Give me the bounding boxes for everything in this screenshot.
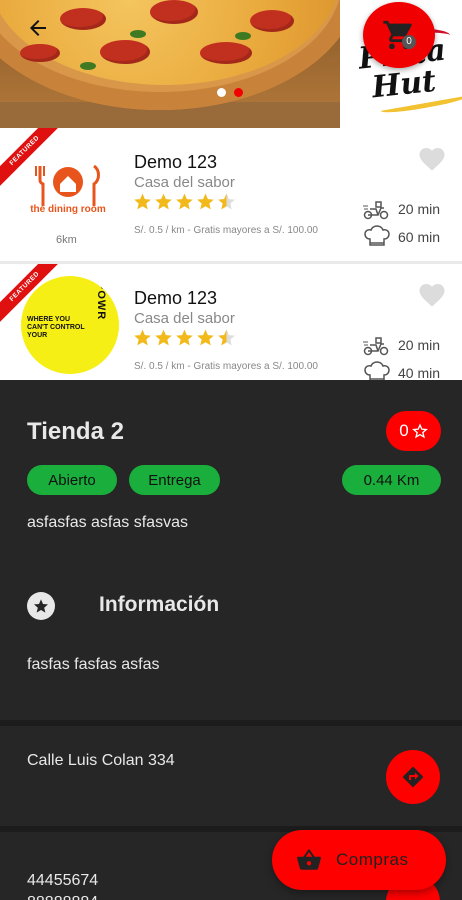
carousel-dot[interactable] — [217, 88, 226, 97]
compras-label: Compras — [336, 850, 409, 869]
delivery-scooter-icon — [363, 201, 389, 220]
restaurant-logo: WHERE YOU CAN'T CONTROL YOUR POWR — [21, 276, 119, 374]
directions-icon — [403, 767, 423, 787]
star-icon — [176, 193, 193, 210]
star-icon — [197, 193, 214, 210]
distance-label: 6km — [56, 234, 77, 246]
restaurant-name: Demo 123 — [134, 152, 218, 172]
carousel-dot-active[interactable] — [234, 88, 243, 97]
info-section-title: Información — [99, 593, 220, 616]
restaurant-logo-text: the dining room — [30, 204, 106, 215]
delivery-time-row: 20 min — [362, 334, 440, 356]
restaurant-list: FEATURED the dining room 6km Demo 123 Ca… — [0, 128, 462, 380]
delivery-time-row: 20 min — [362, 198, 440, 220]
restaurant-subtitle: Casa del sabor — [134, 310, 235, 327]
store-phone: 44455674 — [27, 872, 99, 889]
star-icon — [134, 193, 151, 210]
restaurant-card[interactable]: FEATURED the dining room 6km Demo 123 Ca… — [0, 128, 462, 261]
restaurant-logo-vertical-text: POWR — [95, 282, 107, 321]
cart-count-badge: 0 — [402, 35, 416, 49]
star-icon — [134, 329, 151, 346]
restaurant-name: Demo 123 — [134, 288, 218, 308]
store-detail-panel: Tienda 2 0 Abierto Entrega 0.44 Km asfas… — [0, 380, 462, 900]
star-rating — [133, 328, 236, 347]
half-star-icon — [218, 329, 235, 346]
restaurant-logo-text: WHERE YOU CAN'T CONTROL YOUR — [27, 316, 85, 339]
store-name: Tienda 2 — [27, 418, 124, 445]
store-rating-value: 0 — [399, 421, 409, 440]
store-rating-badge[interactable]: 0 — [386, 411, 441, 451]
compras-button[interactable]: Compras — [272, 830, 446, 890]
prep-time-row: 60 min — [362, 225, 440, 249]
directions-button[interactable] — [386, 750, 440, 804]
star-icon — [197, 329, 214, 346]
back-button[interactable] — [22, 12, 54, 44]
cart-button[interactable]: 0 — [363, 2, 435, 68]
store-description: asfasfas asfas sfasvas — [27, 514, 188, 531]
half-star-icon — [218, 193, 235, 210]
distance-chip: 0.44 Km — [342, 465, 441, 495]
status-chip-open: Abierto — [27, 465, 117, 495]
shopping-basket-icon — [297, 849, 321, 870]
prep-time: 40 min — [398, 365, 441, 380]
arrow-left-icon — [30, 20, 46, 36]
delivery-fee: S/. 0.5 / km - Gratis mayores a S/. 100.… — [134, 225, 318, 236]
delivery-fee: S/. 0.5 / km - Gratis mayores a S/. 100.… — [134, 361, 318, 372]
star-icon — [155, 329, 172, 346]
prep-time-row: 40 min — [362, 361, 440, 380]
prep-time: 60 min — [398, 229, 441, 245]
status-chip-delivery: Entrega — [129, 465, 220, 495]
heart-icon[interactable] — [417, 280, 447, 308]
delivery-scooter-icon — [363, 337, 389, 356]
restaurant-logo: the dining room — [26, 158, 110, 218]
heart-icon[interactable] — [417, 144, 447, 172]
chef-hat-icon — [364, 361, 390, 380]
star-icon — [176, 329, 193, 346]
info-section-text: fasfas fasfas asfas — [27, 656, 160, 673]
star-circle-icon — [27, 592, 55, 620]
carousel-indicator — [217, 88, 243, 97]
chef-hat-icon — [364, 225, 390, 246]
star-icon — [155, 193, 172, 210]
star-outline-icon — [411, 423, 428, 439]
restaurant-subtitle: Casa del sabor — [134, 174, 235, 191]
section-divider — [0, 720, 462, 726]
store-address: Calle Luis Colan 334 — [27, 752, 175, 769]
restaurant-card[interactable]: FEATURED WHERE YOU CAN'T CONTROL YOUR PO… — [0, 264, 462, 380]
delivery-time: 20 min — [398, 337, 441, 353]
store-phone-secondary: 88888884 — [27, 894, 98, 900]
delivery-time: 20 min — [398, 201, 441, 217]
star-rating — [133, 192, 236, 211]
hero-banner: Pizza Hut 0 — [0, 0, 462, 128]
